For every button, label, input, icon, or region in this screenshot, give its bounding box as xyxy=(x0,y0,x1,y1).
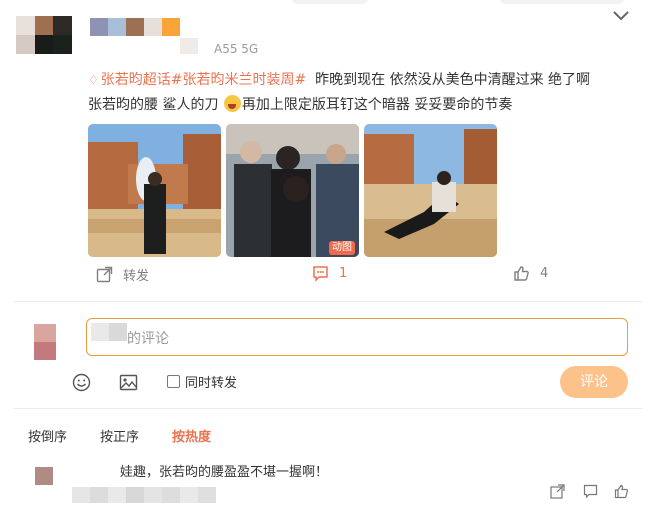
hashtag-link[interactable]: 张若昀超话 xyxy=(101,72,171,88)
reply-to-redacted xyxy=(91,323,127,341)
photo-1[interactable] xyxy=(88,124,221,257)
top-pill-right xyxy=(498,0,626,4)
repost-checkbox-label: 同时转发 xyxy=(185,376,238,391)
like-button[interactable]: 4 xyxy=(513,265,548,282)
post-text: ♢ 张若昀超话#张若昀米兰时装周# 昨晚到现在 依然没从美色中清醒过来 绝了啊 张… xyxy=(88,68,636,118)
username-redacted[interactable] xyxy=(90,18,180,36)
photo-2[interactable]: 动图 xyxy=(226,124,359,257)
comment-text: 娃趣，张若昀的腰盈盈不堪一握啊！ xyxy=(120,465,329,480)
post-device: A55 5G xyxy=(214,42,259,56)
laughing-emoji-icon xyxy=(223,95,241,112)
sort-desc-tab[interactable]: 按倒序 xyxy=(28,426,67,445)
repost-checkbox[interactable] xyxy=(167,375,180,388)
submit-comment-button[interactable]: 评论 xyxy=(560,366,628,398)
super-topic-icon: ♢ xyxy=(88,73,99,87)
image-icon[interactable] xyxy=(119,373,138,392)
my-avatar xyxy=(34,324,56,360)
divider xyxy=(14,408,642,409)
like-icon xyxy=(514,266,529,281)
post-text-line2b: 再加上限定版耳钉这个暗器 妥妥要命的节奏 xyxy=(241,97,513,113)
comment-meta-redacted xyxy=(72,487,216,503)
comment-icon xyxy=(313,266,328,282)
gif-badge: 动图 xyxy=(329,241,355,255)
sort-hot-tab[interactable]: 按热度 xyxy=(172,426,211,445)
photo-3[interactable] xyxy=(364,124,497,257)
divider xyxy=(14,301,642,302)
hashtag-link[interactable]: #张若昀米兰时装周# xyxy=(171,72,306,88)
comment-count: 1 xyxy=(339,266,348,281)
chevron-down-icon[interactable] xyxy=(611,8,631,24)
comment-input[interactable]: 的评论 xyxy=(86,318,628,356)
post-action-bar: 转发 1 4 xyxy=(0,265,656,289)
emoji-icon[interactable] xyxy=(72,373,91,392)
photo-grid: 动图 xyxy=(88,124,497,257)
top-pill-left xyxy=(290,0,370,4)
avatar[interactable] xyxy=(16,16,72,54)
comment-button[interactable]: 1 xyxy=(312,265,347,282)
comment-placeholder: 的评论 xyxy=(127,331,169,347)
post-meta-redacted xyxy=(180,38,198,54)
repost-toggle[interactable]: 同时转发 xyxy=(167,372,237,391)
sort-asc-tab[interactable]: 按正序 xyxy=(100,426,139,445)
repost-icon xyxy=(96,266,113,283)
like-icon[interactable] xyxy=(614,484,629,499)
repost-button[interactable]: 转发 xyxy=(96,265,149,284)
share-icon[interactable] xyxy=(550,484,565,499)
post-text-line1: 昨晚到现在 依然没从美色中清醒过来 绝了啊 xyxy=(315,72,591,88)
post-text-line2a: 张若昀的腰 鲨人的刀 xyxy=(88,97,219,113)
comment-avatar[interactable] xyxy=(35,467,53,485)
repost-label: 转发 xyxy=(123,269,150,284)
reply-icon[interactable] xyxy=(583,484,598,499)
like-count: 4 xyxy=(540,266,549,281)
